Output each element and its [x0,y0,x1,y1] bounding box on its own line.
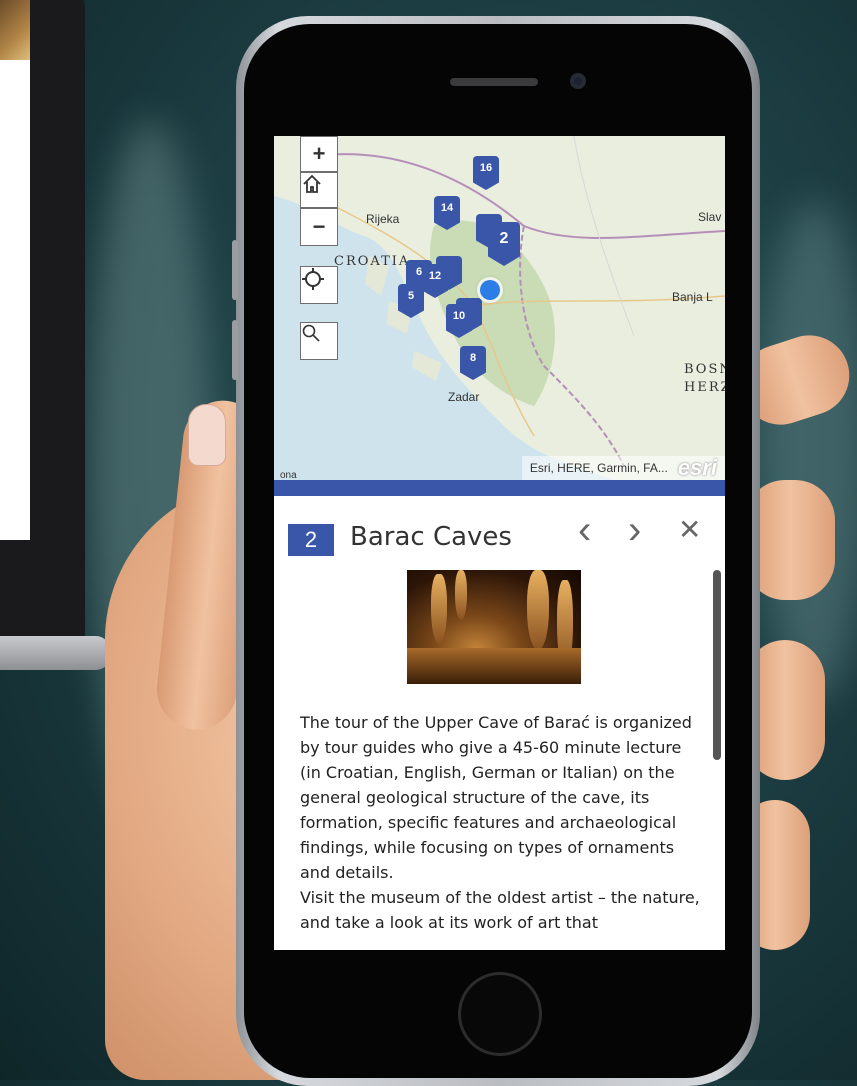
feature-panel: 2 Barac Caves ‹ › ✕ The tour of the Uppe… [274,496,725,950]
feature-description: The tour of the Upper Cave of Barać is o… [300,713,700,932]
map-label-ona: ona [280,470,297,480]
esri-logo: esri [677,455,717,480]
map-label-banja: Banja L [672,290,713,304]
cave-formation [527,570,549,650]
map-pin[interactable]: 12 [422,264,448,298]
map-pin[interactable]: 16 [473,156,499,190]
background-waterfall [760,200,857,700]
previous-icon[interactable]: ‹ [578,510,591,550]
feature-photo [407,570,581,684]
panel-scrollbar[interactable] [713,570,721,760]
locate-button[interactable] [300,266,338,304]
cave-formation [431,574,447,644]
phone-camera [570,73,586,89]
map-label-rijeka: Rijeka [366,212,400,226]
map-view[interactable]: Rijeka CROATIA Slav Banja L BOSN HERZI Z… [274,136,725,480]
map-pin[interactable]: 10 [446,304,472,338]
phone-side-button [232,320,238,380]
home-extent-button[interactable] [300,172,338,208]
locate-icon [302,268,324,290]
laptop-photo [0,0,30,60]
phone-screen: Rijeka CROATIA Slav Banja L BOSN HERZI Z… [274,136,725,950]
map-pin[interactable]: 8 [460,346,486,380]
map-pin[interactable]: 5 [398,284,424,318]
map-label-zadar: Zadar [448,390,480,404]
search-icon [302,324,320,342]
map-basemap [274,136,725,480]
panel-divider [274,480,725,496]
next-icon[interactable]: › [628,510,641,550]
thumb-nail [188,404,226,466]
map-attribution[interactable]: Esri, HERE, Garmin, FA... esri [521,455,725,480]
home-button[interactable] [458,972,542,1056]
phone-speaker [450,78,538,86]
phone-side-button [232,240,238,300]
cave-formation [455,570,467,620]
map-pin[interactable]: 14 [434,196,460,230]
home-icon [303,174,321,193]
map-label-bosnia: BOSN [684,362,725,377]
laptop-device [0,0,85,650]
laptop-base [0,636,110,670]
laptop-screen [0,0,30,540]
map-label-slav: Slav [698,210,722,224]
zoom-in-button[interactable]: + [300,136,338,172]
feature-number-badge: 2 [288,524,334,556]
map-label-herzegovina: HERZI [684,380,725,395]
cave-floor [407,648,581,684]
map-pin-selected[interactable]: 2 [488,222,520,266]
zoom-out-button[interactable]: − [300,208,338,246]
close-icon[interactable]: ✕ [678,512,701,548]
feature-title: Barac Caves [350,522,512,552]
map-label-croatia: CROATIA [334,254,411,269]
attribution-text: Esri, HERE, Garmin, FA... [529,461,668,475]
search-button[interactable] [300,322,338,360]
current-location-marker [480,280,500,300]
